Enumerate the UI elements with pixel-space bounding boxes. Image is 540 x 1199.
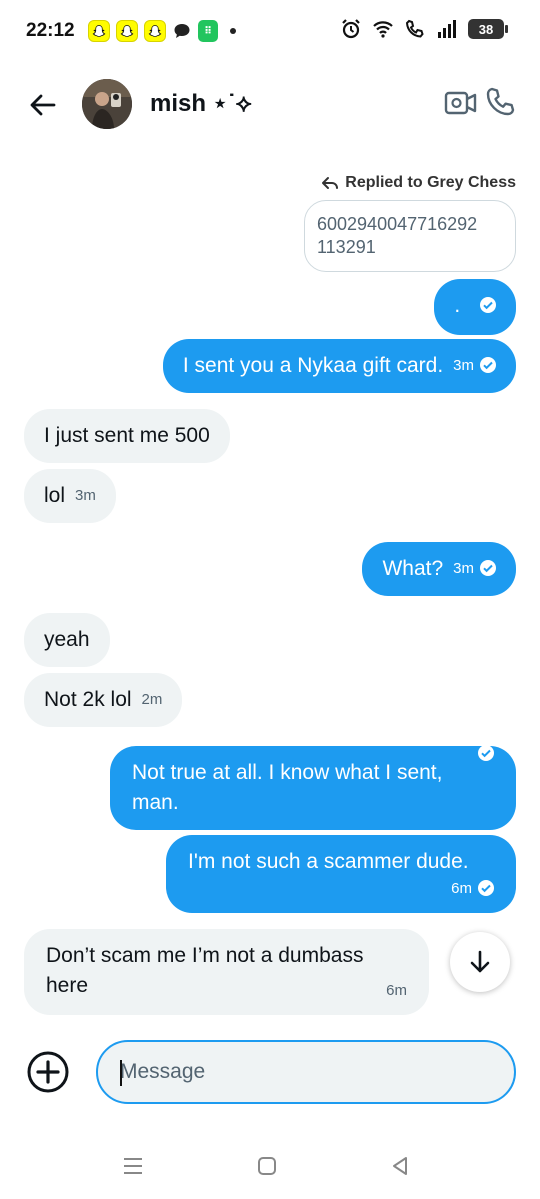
message-composer[interactable]: [96, 1040, 516, 1104]
message-text: Not 2k lol: [44, 688, 132, 711]
battery-icon: 38: [468, 19, 508, 39]
back-button[interactable]: [26, 88, 60, 122]
snapchat-icon: [88, 20, 110, 42]
phone-icon[interactable]: [484, 86, 516, 118]
message-bubble-outgoing[interactable]: What? 3m: [362, 542, 516, 597]
status-bar: 22:12 ⠿ 38: [0, 0, 540, 64]
message-bubble-outgoing[interactable]: I'm not such a scammer dude. 6m: [166, 835, 516, 913]
message-bubble-incoming[interactable]: Don’t scam me I’m not a dumbass here 6m: [24, 929, 429, 1015]
status-time: 22:12: [26, 20, 75, 41]
conversation-header: mish ⋆˙⟡: [0, 72, 540, 136]
text-cursor: [120, 1060, 122, 1086]
video-call-icon[interactable]: [444, 88, 478, 118]
read-receipt-icon: [480, 357, 496, 374]
wifi-icon: [373, 21, 393, 38]
home-icon[interactable]: [257, 1156, 277, 1176]
message-text: yeah: [44, 628, 90, 651]
message-input[interactable]: [120, 1060, 490, 1084]
message-text: What?: [382, 557, 444, 580]
read-receipt-icon: [478, 880, 494, 897]
message-bubble-incoming[interactable]: yeah: [24, 613, 110, 667]
nav-back-icon[interactable]: [389, 1155, 411, 1177]
message-meta: 6m: [188, 879, 494, 899]
scroll-to-bottom-button[interactable]: [450, 932, 510, 992]
reply-label-text: Replied to Grey Chess: [345, 174, 516, 191]
message-bubble-incoming[interactable]: I just sent me 500: [24, 409, 230, 463]
signal-icon: [438, 20, 456, 38]
add-media-icon[interactable]: [26, 1050, 70, 1094]
snapchat-icon: [116, 20, 138, 42]
notification-icons: ⠿: [88, 20, 236, 42]
more-notifications-dot: [230, 28, 236, 34]
reply-context: Replied to Grey Chess: [321, 174, 516, 192]
snapchat-icon: [144, 20, 166, 42]
message-bubble-outgoing[interactable]: Not true at all. I know what I sent, man…: [110, 745, 516, 830]
message-list[interactable]: Replied to Grey Chess 6002940047716292 1…: [0, 150, 540, 1030]
reply-arrow-icon: [322, 177, 339, 189]
wifi-call-icon: [405, 19, 424, 38]
recent-apps-icon[interactable]: [122, 1156, 144, 1176]
system-icons: 38: [340, 18, 508, 40]
chat-icon: [174, 24, 190, 38]
message-text: I'm not such a scammer dude.: [188, 850, 469, 873]
message-time: 2m: [141, 691, 163, 709]
read-receipt-icon: [480, 560, 496, 577]
message-text: I sent you a Nykaa gift card.: [182, 354, 444, 377]
arrow-left-icon: [30, 94, 56, 116]
message-time: 3m: [75, 487, 96, 505]
arrow-down-icon: [470, 950, 490, 973]
message-text: .: [454, 294, 461, 317]
avatar[interactable]: [82, 79, 132, 129]
system-navigation-bar: [0, 1140, 540, 1199]
message-bubble-outgoing[interactable]: .: [434, 279, 516, 335]
message-text: I just sent me 500: [44, 424, 210, 447]
alarm-icon: [342, 19, 360, 39]
message-bubble-incoming[interactable]: Not 2k lol 2m: [24, 673, 183, 728]
read-receipt-icon: [478, 745, 494, 761]
app-icon: ⠿: [198, 20, 218, 42]
message-bubble-incoming[interactable]: lol 3m: [24, 469, 116, 524]
message-time: 3m: [453, 560, 474, 578]
quoted-message[interactable]: 6002940047716292 113291: [304, 200, 516, 272]
message-time: 6m: [386, 982, 407, 999]
read-receipt-icon: [480, 297, 496, 314]
message-text: lol: [44, 484, 66, 507]
message-text: Not true at all. I know what I sent, man…: [132, 761, 443, 814]
message-time: 6m: [451, 880, 472, 897]
message-time: 3m: [453, 357, 474, 375]
contact-name[interactable]: mish ⋆˙⟡: [150, 89, 252, 118]
message-bubble-outgoing[interactable]: I sent you a Nykaa gift card. 3m: [162, 339, 516, 394]
message-meta: 6m: [46, 981, 407, 1001]
